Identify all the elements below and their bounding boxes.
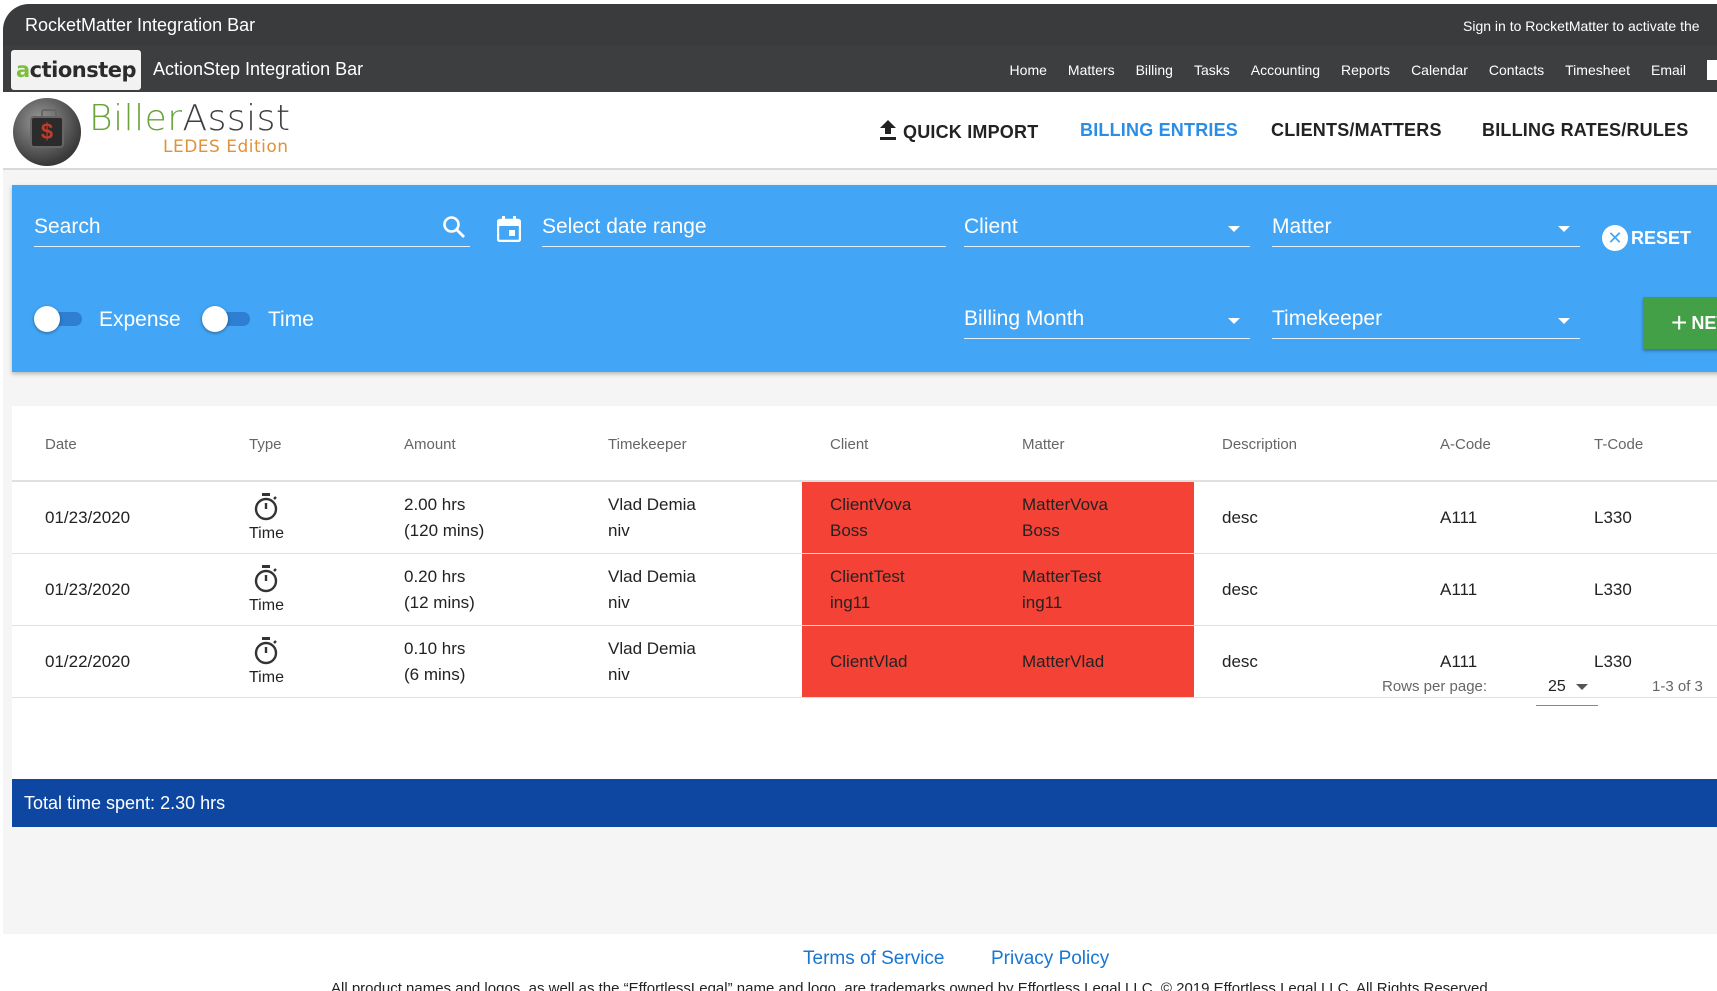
cell-matter: MatterVova Boss xyxy=(1022,494,1108,540)
cell-date: 01/23/2020 xyxy=(45,579,131,599)
actionstep-nav-matters[interactable]: Matters xyxy=(1068,62,1115,80)
actionstep-integration-bar: a ctionstep ActionStep Integration Bar Ho… xyxy=(3,46,1717,92)
terms-of-service-link[interactable]: Terms of Service xyxy=(803,948,944,970)
rows-per-page-select[interactable]: 25 xyxy=(1536,666,1598,706)
actionstep-nav-accounting[interactable]: Accounting xyxy=(1251,62,1320,80)
legal-notice: All product names and logos, as well as … xyxy=(331,980,1492,991)
app-window: RocketMatter Integration Bar Sign in to … xyxy=(3,4,1717,991)
column-header-date[interactable]: Date xyxy=(45,436,77,453)
actionstep-nav-reports[interactable]: Reports xyxy=(1341,62,1390,80)
cell-client: ClientVova Boss xyxy=(830,494,912,540)
tab-clients-matters[interactable]: CLIENTS/MATTERS xyxy=(1271,120,1442,141)
cell-type: Time xyxy=(249,554,284,625)
cell-amount: 0.20 hrs (12 mins) xyxy=(404,566,475,612)
table-row[interactable]: 01/23/2020 Time 2.00 hrs (120 mins) Vlad … xyxy=(12,482,1717,554)
new-entry-button[interactable]: + NEW xyxy=(1643,297,1717,349)
rocketmatter-signin-link[interactable]: Sign in to RocketMatter to activate the xyxy=(1463,18,1700,34)
rocketmatter-bar-title: RocketMatter Integration Bar xyxy=(25,15,256,35)
close-circle-icon: ✕ xyxy=(1602,225,1628,251)
actionstep-nav-tasks[interactable]: Tasks xyxy=(1194,62,1230,80)
cell-t-code: L330 xyxy=(1594,579,1632,599)
plus-icon: + xyxy=(1671,307,1688,338)
filter-panel: Search Select date range Client Matter ✕… xyxy=(12,185,1717,372)
table-row[interactable]: 01/23/2020 Time 0.20 hrs (12 mins) Vlad D… xyxy=(12,554,1717,626)
reset-button[interactable]: ✕ RESET xyxy=(1602,225,1691,251)
footer: Terms of Service Privacy Policy All prod… xyxy=(3,934,1717,991)
cell-t-code: L330 xyxy=(1594,507,1632,527)
actionstep-nav-home[interactable]: Home xyxy=(1010,62,1047,80)
time-toggle-label: Time xyxy=(268,308,314,331)
actionstep-nav-overflow[interactable] xyxy=(1707,60,1717,80)
tab-billing-rates-rules[interactable]: BILLING RATES/RULES xyxy=(1482,120,1688,141)
brand-edition: LEDES Edition xyxy=(163,137,289,157)
actionstep-nav: Home Matters Billing Tasks Accounting Re… xyxy=(1010,60,1717,80)
chevron-down-icon xyxy=(1228,318,1240,324)
privacy-policy-link[interactable]: Privacy Policy xyxy=(991,948,1109,970)
actionstep-bar-title: ActionStep Integration Bar xyxy=(153,59,364,79)
tab-billing-entries[interactable]: BILLING ENTRIES xyxy=(1080,120,1238,141)
cell-client: ClientTest ing11 xyxy=(830,566,905,612)
actionstep-logo[interactable]: a ctionstep xyxy=(11,50,141,90)
chevron-down-icon xyxy=(1576,684,1588,690)
actionstep-nav-billing[interactable]: Billing xyxy=(1136,62,1173,80)
cell-matter: MatterTest ing11 xyxy=(1022,566,1102,612)
table-pagination: Rows per page: 25 1-3 of 3 xyxy=(12,656,1717,716)
calendar-icon[interactable] xyxy=(497,216,521,242)
matter-select[interactable]: Matter xyxy=(1272,201,1580,247)
actionstep-nav-contacts[interactable]: Contacts xyxy=(1489,62,1544,80)
cell-timekeeper: Vlad Demia niv xyxy=(608,494,696,540)
cell-description: desc xyxy=(1222,579,1258,599)
column-header-a-code[interactable]: A-Code xyxy=(1440,436,1491,453)
cell-a-code: A111 xyxy=(1440,579,1478,599)
search-icon[interactable] xyxy=(442,215,466,239)
billerassist-logo-icon[interactable]: $ xyxy=(13,98,81,166)
search-input[interactable]: Search xyxy=(34,201,470,247)
upload-icon xyxy=(880,120,896,140)
column-header-timekeeper[interactable]: Timekeeper xyxy=(608,436,687,453)
cell-timekeeper: Vlad Demia niv xyxy=(608,566,696,612)
billing-entries-table: Date Type Amount Timekeeper Client Matte… xyxy=(12,406,1717,826)
cell-date: 01/23/2020 xyxy=(45,507,131,527)
actionstep-nav-email[interactable]: Email xyxy=(1651,62,1686,80)
date-range-input[interactable]: Select date range xyxy=(542,201,946,247)
chevron-down-icon xyxy=(1228,226,1240,232)
app-header: $ BillerAssist LEDES Edition QUICK IMPOR… xyxy=(3,92,1717,170)
billing-month-select[interactable]: Billing Month xyxy=(964,293,1250,339)
cell-a-code: A111 xyxy=(1440,507,1478,527)
expense-toggle[interactable] xyxy=(34,306,82,332)
cell-amount: 2.00 hrs (120 mins) xyxy=(404,494,485,540)
pagination-range: 1-3 of 3 xyxy=(1652,678,1703,695)
stopwatch-icon xyxy=(255,492,278,520)
rocketmatter-integration-bar: RocketMatter Integration Bar Sign in to … xyxy=(3,4,1717,46)
actionstep-nav-timesheet[interactable]: Timesheet xyxy=(1565,62,1630,80)
table-header: Date Type Amount Timekeeper Client Matte… xyxy=(12,406,1717,482)
billerassist-brand: BillerAssist xyxy=(89,98,291,139)
actionstep-nav-calendar[interactable]: Calendar xyxy=(1411,62,1468,80)
timekeeper-select[interactable]: Timekeeper xyxy=(1272,293,1580,339)
total-time-bar: Total time spent: 2.30 hrs xyxy=(12,779,1717,827)
column-header-t-code[interactable]: T-Code xyxy=(1594,436,1643,453)
stopwatch-icon xyxy=(255,564,278,592)
column-header-amount[interactable]: Amount xyxy=(404,436,456,453)
quick-import-button[interactable]: QUICK IMPORT xyxy=(879,120,1038,143)
column-header-client[interactable]: Client xyxy=(830,436,868,453)
time-toggle[interactable] xyxy=(202,306,250,332)
column-header-matter[interactable]: Matter xyxy=(1022,436,1065,453)
chevron-down-icon xyxy=(1558,226,1570,232)
column-header-description[interactable]: Description xyxy=(1222,436,1297,453)
column-header-type[interactable]: Type xyxy=(249,436,282,453)
cell-type: Time xyxy=(249,482,284,553)
chevron-down-icon xyxy=(1558,318,1570,324)
rows-per-page-label: Rows per page: xyxy=(1382,678,1488,695)
expense-toggle-label: Expense xyxy=(99,308,181,331)
client-select[interactable]: Client xyxy=(964,201,1250,247)
cell-description: desc xyxy=(1222,507,1258,527)
